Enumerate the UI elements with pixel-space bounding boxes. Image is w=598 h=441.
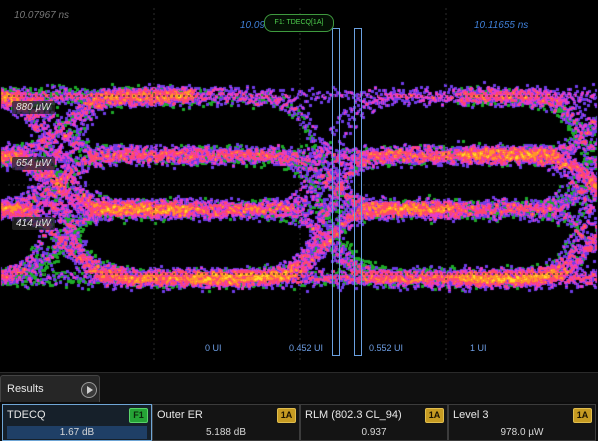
window-gate-right[interactable] [354,28,362,356]
result-outer-er[interactable]: Outer ER 1A 5.188 dB [152,404,300,441]
ui-label-0452: 0.452 UI [289,343,324,353]
eye-diagram-display[interactable]: 10.07967 ns 10.09 10.11655 ns F1: TDECQ[… [0,0,598,372]
time-label-right: 10.11655 ns [474,20,529,31]
result-tdecq[interactable]: TDECQ F1 1.67 dB [2,404,152,441]
result-badge: F1 [129,408,148,423]
time-label-middle: 10.09 [240,20,266,31]
results-tab-bar: Results [0,372,598,403]
result-value: 0.937 [361,427,387,438]
result-value: 1.67 dB [59,427,95,438]
result-level-3[interactable]: Level 3 1A 978.0 µW [448,404,596,441]
result-badge: 1A [573,408,592,423]
result-badge: 1A [277,408,296,423]
result-name: Level 3 [453,409,489,421]
results-panel: TDECQ F1 1.67 dB Outer ER 1A 5.188 dB RL… [0,402,598,441]
level-label-middle: 654 µW [12,157,55,170]
ui-label-0552: 0.552 UI [369,343,404,353]
ui-label-0: 0 UI [205,343,222,353]
tab-results[interactable]: Results [0,375,100,402]
result-value: 978.0 µW [500,427,544,438]
level-label-top: 880 µW [12,101,55,114]
tab-results-label: Results [7,383,44,395]
result-badge: 1A [425,408,444,423]
time-label-left: 10.07967 ns [14,10,70,21]
result-value: 5.188 dB [205,427,247,438]
window-gate-left[interactable] [332,28,340,356]
ui-label-1: 1 UI [470,343,487,353]
result-name: TDECQ [7,409,46,421]
result-name: RLM (802.3 CL_94) [305,409,402,421]
play-icon[interactable] [81,382,97,398]
result-name: Outer ER [157,409,203,421]
eye-diagram-canvas [0,0,598,372]
result-rlm[interactable]: RLM (802.3 CL_94) 1A 0.937 [300,404,448,441]
marker-label[interactable]: F1: TDECQ[1A] [264,14,334,32]
level-label-bottom: 414 µW [12,217,55,230]
